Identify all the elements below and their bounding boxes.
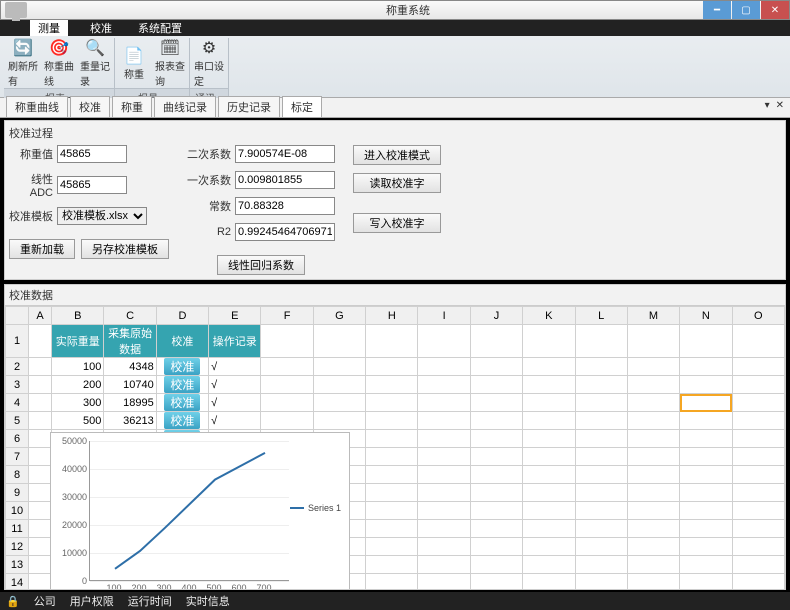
status-bar: 🔒 公司 用户权限 运行时间 实时信息: [0, 592, 790, 610]
tab-weigh-curve[interactable]: 称重曲线: [6, 96, 68, 117]
status-realtime[interactable]: 实时信息: [186, 593, 230, 609]
status-company[interactable]: 公司: [34, 593, 56, 609]
calendar-icon: 🗓: [160, 38, 180, 58]
coef1-input[interactable]: [235, 171, 335, 189]
target-icon: 🎯: [49, 38, 69, 58]
close-button[interactable]: ✕: [761, 1, 789, 19]
const-input[interactable]: [235, 197, 335, 215]
saveas-template-button[interactable]: 另存校准模板: [81, 239, 169, 259]
write-calibration-button[interactable]: 写入校准字: [353, 213, 441, 233]
chart: Series 1 0100002000030000400005000010020…: [50, 432, 350, 589]
serial-config-button[interactable]: ⚙串口设定: [194, 38, 224, 88]
template-select[interactable]: 校准模板.xlsx: [57, 207, 147, 225]
refresh-all-button[interactable]: 🔄刷新所有: [8, 38, 38, 88]
title-bar: 称重系统 ━ ▢ ✕: [0, 0, 790, 20]
calibration-form: 校准过程 称重值 线性ADC 校准模板校准模板.xlsx 重新加载 另存校准模板…: [4, 120, 786, 280]
enter-calibration-button[interactable]: 进入校准模式: [353, 145, 441, 165]
menu-sysconfig[interactable]: 系统配置: [134, 19, 186, 37]
refresh-icon: 🔄: [13, 38, 33, 58]
weigh-value-input[interactable]: [57, 145, 127, 163]
minimize-button[interactable]: ━: [703, 1, 731, 19]
weigh-button[interactable]: 📄称重: [119, 46, 149, 81]
spreadsheet[interactable]: ABCDEFGHIJKLMNO1实际重量采集原始数据校准操作记录21004348…: [4, 305, 786, 590]
tab-close-icon[interactable]: ✕: [776, 100, 784, 111]
document-icon: 📄: [124, 46, 144, 66]
tab-biaoding[interactable]: 标定: [282, 96, 322, 117]
linear-adc-input[interactable]: [57, 176, 127, 194]
data-section-title: 校准数据: [4, 284, 786, 305]
gear-icon: ⚙: [199, 38, 219, 58]
weigh-curve-button[interactable]: 🎯称重曲线: [44, 38, 74, 88]
maximize-button[interactable]: ▢: [732, 1, 760, 19]
reload-button[interactable]: 重新加载: [9, 239, 75, 259]
search-icon: 🔍: [85, 38, 105, 58]
tab-dropdown-icon[interactable]: ▾: [765, 100, 770, 111]
status-runtime[interactable]: 运行时间: [128, 593, 172, 609]
window-title: 称重系统: [27, 2, 789, 18]
menu-bar: 测量 校准 系统配置: [0, 20, 790, 36]
read-calibration-button[interactable]: 读取校准字: [353, 173, 441, 193]
tab-history[interactable]: 历史记录: [218, 96, 280, 117]
coef2-input[interactable]: [235, 145, 335, 163]
tab-curve-record[interactable]: 曲线记录: [154, 96, 216, 117]
app-icon: [5, 2, 27, 18]
tab-strip: 称重曲线 校准 称重 曲线记录 历史记录 标定 ▾ ✕: [0, 98, 790, 118]
tab-weigh[interactable]: 称重: [112, 96, 152, 117]
status-user-perm[interactable]: 用户权限: [70, 593, 114, 609]
tab-calibrate[interactable]: 校准: [70, 96, 110, 117]
ribbon: 🔄刷新所有 🎯称重曲线 🔍重量记录 报表 ▾ 📄称重 🗓报表查询 报量 ▾ ⚙串…: [0, 36, 790, 98]
regression-button[interactable]: 线性回归系数: [217, 255, 305, 275]
lock-icon: 🔒: [6, 595, 20, 608]
r2-input[interactable]: [235, 223, 335, 241]
chart-legend: Series 1: [290, 503, 341, 513]
menu-calibrate[interactable]: 校准: [86, 19, 116, 37]
menu-measure[interactable]: 测量: [30, 19, 68, 37]
report-query-button[interactable]: 🗓报表查询: [155, 38, 185, 88]
form-section-title: 校准过程: [9, 125, 781, 141]
weight-record-button[interactable]: 🔍重量记录: [80, 38, 110, 88]
